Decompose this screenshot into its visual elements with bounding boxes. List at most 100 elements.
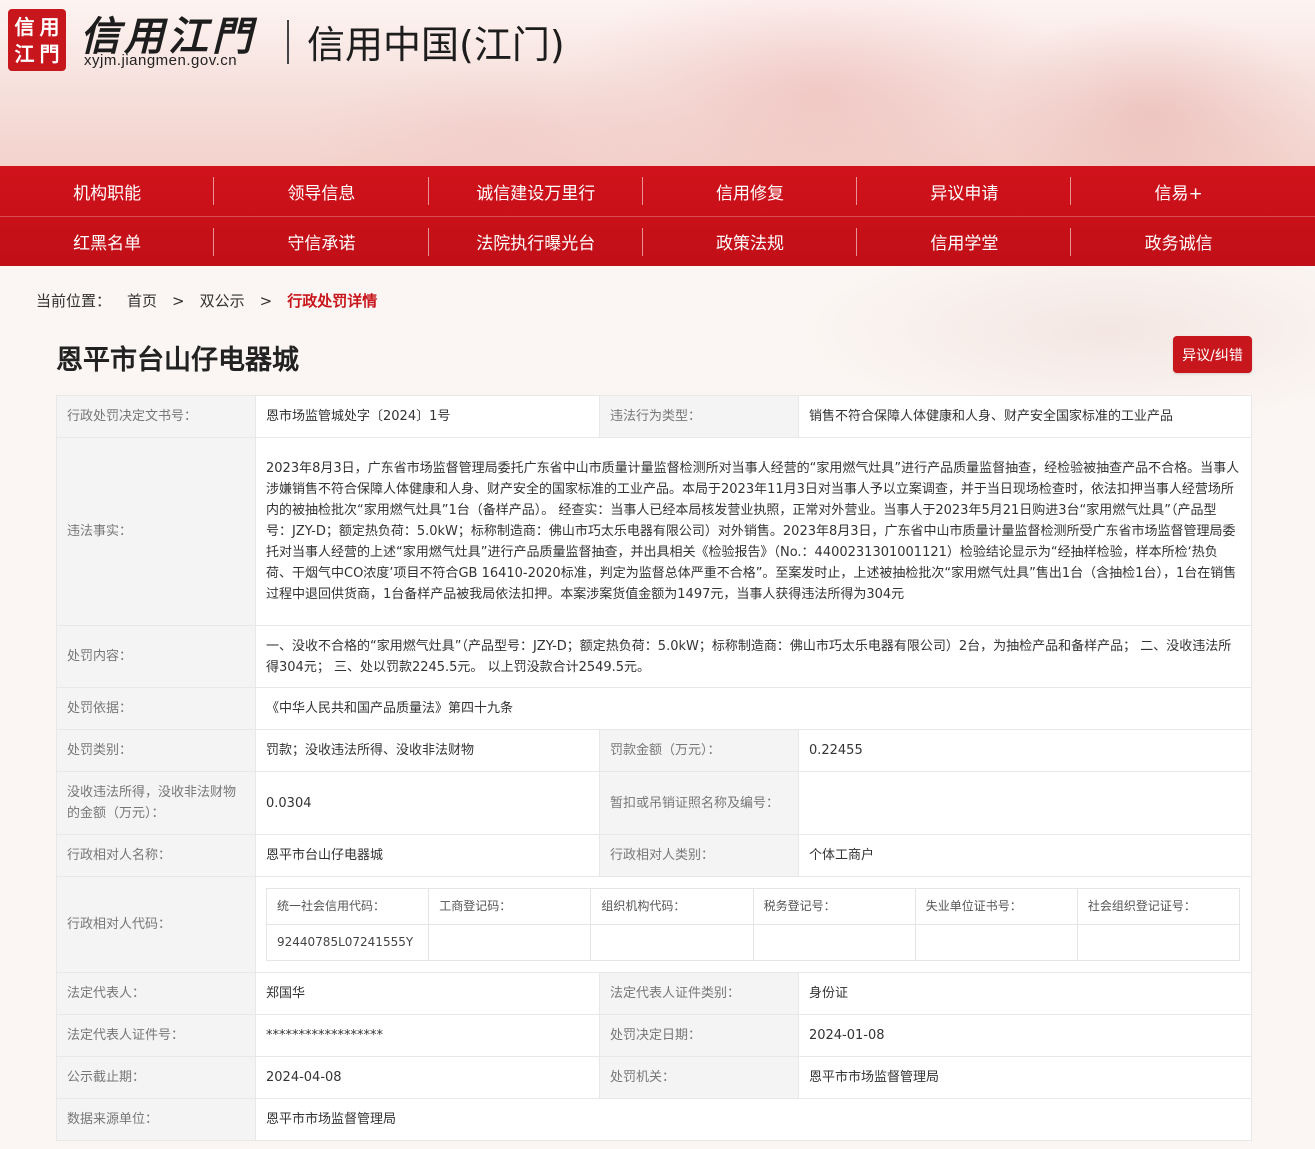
decision-date-value: 2024-01-08 [797, 1014, 1253, 1057]
code-value-row: 92440785L07241555Y [265, 924, 1241, 961]
table-row: 没收违法所得，没收非法财物的金额（万元）： 0.0304 暂扣或吊销证照名称及编… [56, 771, 1253, 835]
table-row: 行政处罚决定文书号： 恩市场监管城处字〔2024〕1号 违法行为类型： 销售不符… [56, 395, 1253, 438]
source-label: 数据来源单位： [56, 1098, 256, 1141]
authority-label: 处罚机关： [598, 1056, 799, 1099]
nav-item-court-exposure[interactable]: 法院执行曝光台 [429, 217, 644, 267]
breadcrumb-double-publicity[interactable]: 双公示 [200, 290, 245, 311]
publicity-end-label: 公示截止期： [56, 1056, 256, 1099]
table-row: 数据来源单位： 恩平市市场监督管理局 [56, 1098, 1252, 1141]
id-no-value: ****************** [255, 1014, 600, 1057]
breadcrumb-separator: > [172, 291, 185, 310]
code-header: 统一社会信用代码： [265, 888, 430, 925]
header-decoration [980, 10, 1315, 166]
party-code-cell: 统一社会信用代码： 工商登记码： 组织机构代码： 税务登记号： 失业单位证书号：… [255, 876, 1252, 973]
breadcrumb: 当前位置： 首页 > 双公示 > 行政处罚详情 [36, 290, 377, 311]
table-row: 公示截止期： 2024-04-08 处罚机关： 恩平市市场监督管理局 [56, 1056, 1253, 1099]
legal-rep-label: 法定代表人： [56, 972, 256, 1015]
content-value: 一、没收不合格的“家用燃气灶具”（产品型号：JZY-D；额定热负荷：5.0kW；… [255, 625, 1252, 688]
facts-label: 违法事实： [56, 437, 256, 626]
party-type-value: 个体工商户 [797, 834, 1253, 877]
nav-item-credit-school[interactable]: 信用学堂 [857, 217, 1072, 267]
nav-item-commitment[interactable]: 守信承诺 [214, 217, 429, 267]
nav-item-objection[interactable]: 异议申请 [857, 166, 1072, 216]
nav-item-xinyi-plus[interactable]: 信易+ [1071, 166, 1285, 216]
main-nav: 机构职能 领导信息 诚信建设万里行 信用修复 异议申请 信易+ 红黑名单 守信承… [0, 166, 1315, 266]
table-row: 处罚内容： 一、没收不合格的“家用燃气灶具”（产品型号：JZY-D；额定热负荷：… [56, 625, 1252, 688]
logo-domain: xyjm.jiangmen.gov.cn [84, 52, 238, 69]
breadcrumb-separator: > [259, 291, 273, 310]
category-value: 罚款；没收违法所得、没收非法财物 [255, 729, 600, 772]
site-header: 信 用 江 門 信用江門 xyjm.jiangmen.gov.cn 信用中国(江… [0, 0, 1315, 166]
site-name[interactable]: 信用中国(江门) [307, 14, 565, 69]
nav-item-leaders[interactable]: 领导信息 [214, 166, 429, 216]
source-value: 恩平市市场监督管理局 [255, 1098, 1252, 1141]
breadcrumb-home[interactable]: 首页 [127, 290, 157, 311]
nav-item-policies[interactable]: 政策法规 [643, 217, 858, 267]
social-org-value [1076, 924, 1241, 961]
logo-script[interactable]: 信用江門 [80, 4, 256, 60]
facts-value: 2023年8月3日，广东省市场监督管理局委托广东省中山市质量计量监督检测所对当事… [255, 437, 1252, 626]
table-row: 处罚依据： 《中华人民共和国产品质量法》第四十九条 [56, 687, 1252, 730]
page-title: 恩平市台山仔电器城 [56, 345, 299, 376]
authority-value: 恩平市市场监督管理局 [797, 1056, 1253, 1099]
party-code-table: 统一社会信用代码： 工商登记码： 组织机构代码： 税务登记号： 失业单位证书号：… [265, 888, 1241, 961]
nav-item-integrity-tour[interactable]: 诚信建设万里行 [429, 166, 644, 216]
credit-code-value: 92440785L07241555Y [265, 924, 430, 961]
category-label: 处罚类别： [56, 729, 256, 772]
nav-item-red-black-list[interactable]: 红黑名单 [0, 217, 215, 267]
code-header: 社会组织登记证号： [1076, 888, 1241, 925]
basis-value: 《中华人民共和国产品质量法》第四十九条 [255, 687, 1252, 730]
breadcrumb-current: 行政处罚详情 [287, 292, 378, 310]
fine-value: 0.22455 [797, 729, 1253, 772]
confiscation-value: 0.0304 [255, 771, 600, 835]
publicity-end-value: 2024-04-08 [255, 1056, 600, 1099]
decision-no-value: 恩市场监管城处字〔2024〕1号 [255, 395, 600, 438]
nav-item-gov-integrity[interactable]: 政务诚信 [1071, 217, 1285, 267]
business-reg-value [428, 924, 592, 961]
basis-label: 处罚依据： [56, 687, 256, 730]
unemployment-cert-value [914, 924, 1078, 961]
license-label: 暂扣或吊销证照名称及编号： [598, 771, 799, 835]
legal-rep-value: 郑国华 [255, 972, 600, 1015]
nav-row: 红黑名单 守信承诺 法院执行曝光台 政策法规 信用学堂 政务诚信 [0, 216, 1315, 266]
logo-seal[interactable]: 信 用 江 門 [8, 9, 66, 71]
tax-reg-value [752, 924, 916, 961]
party-name-value: 恩平市台山仔电器城 [255, 834, 600, 877]
table-row: 行政相对人代码： 统一社会信用代码： 工商登记码： 组织机构代码： 税务登记号：… [56, 876, 1252, 973]
fine-label: 罚款金额（万元）： [598, 729, 799, 772]
table-row: 法定代表人： 郑国华 法定代表人证件类别： 身份证 [56, 972, 1253, 1015]
seal-char: 門 [39, 41, 60, 66]
table-row: 违法事实： 2023年8月3日，广东省市场监督管理局委托广东省中山市质量计量监督… [56, 437, 1252, 626]
code-header: 税务登记号： [752, 888, 916, 925]
party-type-label: 行政相对人类别： [598, 834, 799, 877]
code-header: 组织机构代码： [590, 888, 754, 925]
code-header: 失业单位证书号： [914, 888, 1078, 925]
breadcrumb-label: 当前位置： [36, 292, 112, 310]
nav-row: 机构职能 领导信息 诚信建设万里行 信用修复 异议申请 信易+ [0, 166, 1315, 216]
table-row: 处罚类别： 罚款；没收违法所得、没收非法财物 罚款金额（万元）： 0.22455 [56, 729, 1253, 772]
party-code-label: 行政相对人代码： [56, 876, 256, 973]
header-decoration [300, 60, 700, 166]
nav-item-institution[interactable]: 机构职能 [0, 166, 215, 216]
code-header-row: 统一社会信用代码： 工商登记码： 组织机构代码： 税务登记号： 失业单位证书号：… [265, 888, 1241, 925]
penalty-detail-table: 行政处罚决定文书号： 恩市场监管城处字〔2024〕1号 违法行为类型： 销售不符… [56, 395, 1253, 1141]
table-row: 行政相对人名称： 恩平市台山仔电器城 行政相对人类别： 个体工商户 [56, 834, 1253, 877]
party-name-label: 行政相对人名称： [56, 834, 256, 877]
seal-char: 江 [14, 41, 35, 66]
table-row: 法定代表人证件号： ****************** 处罚决定日期： 202… [56, 1014, 1253, 1057]
org-code-value [590, 924, 754, 961]
confiscation-label: 没收违法所得，没收非法财物的金额（万元）： [56, 771, 256, 835]
license-value [797, 771, 1253, 835]
violation-type-label: 违法行为类型： [598, 395, 799, 438]
id-type-label: 法定代表人证件类别： [598, 972, 799, 1015]
id-no-label: 法定代表人证件号： [56, 1014, 256, 1057]
seal-char: 用 [39, 14, 60, 39]
content-label: 处罚内容： [56, 625, 256, 688]
objection-button[interactable]: 异议/纠错 [1173, 336, 1252, 373]
violation-type-value: 销售不符合保障人体健康和人身、财产安全国家标准的工业产品 [797, 395, 1253, 438]
seal-char: 信 [14, 14, 35, 39]
nav-item-credit-repair[interactable]: 信用修复 [643, 166, 858, 216]
id-type-value: 身份证 [797, 972, 1253, 1015]
code-header: 工商登记码： [428, 888, 592, 925]
decision-no-label: 行政处罚决定文书号： [56, 395, 256, 438]
